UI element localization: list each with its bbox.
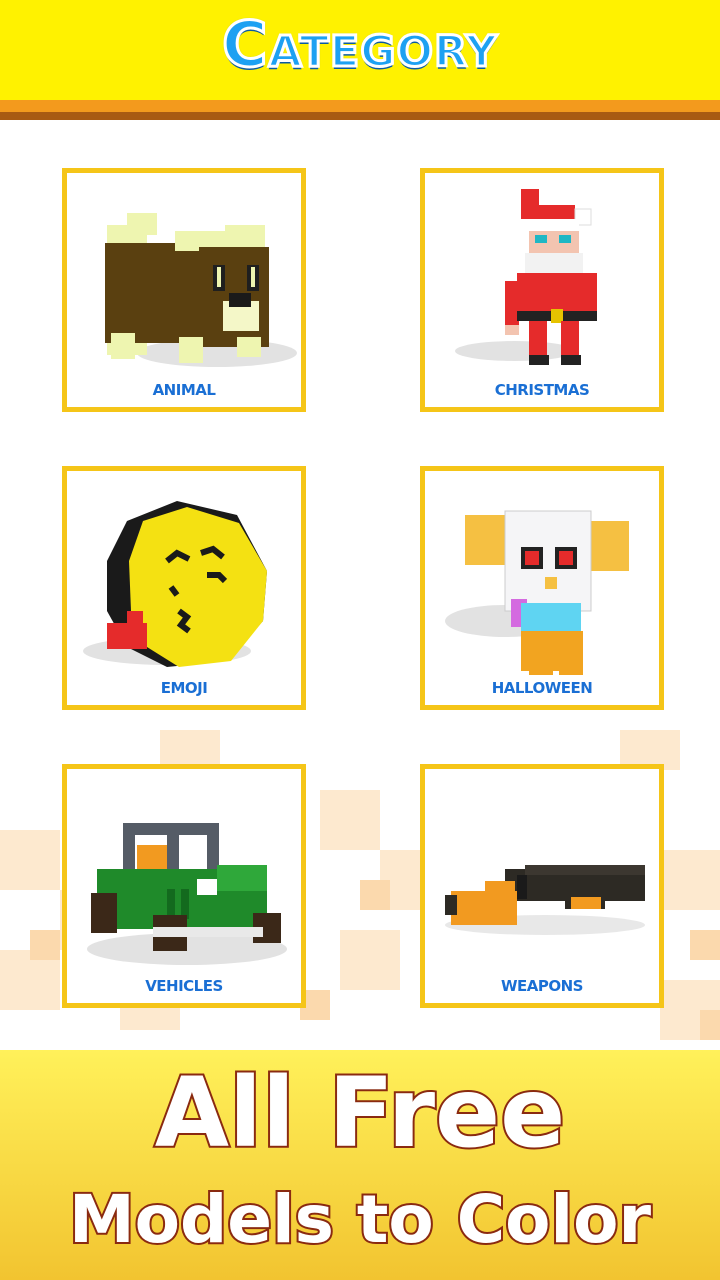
category-card-emoji[interactable]: EMOJI xyxy=(62,466,306,710)
voxel-kiss-emoji-icon xyxy=(83,501,267,667)
voxel-shotgun-icon xyxy=(445,865,645,935)
category-card-weapons[interactable]: WEAPONS xyxy=(420,764,664,1008)
promo-subheadline: Models to Color xyxy=(67,1179,653,1260)
voxel-jeep-icon xyxy=(87,823,287,965)
voxel-santa-icon xyxy=(455,189,597,365)
category-card-halloween[interactable]: HALLOWEEN xyxy=(420,466,664,710)
voxel-bear-icon xyxy=(105,213,297,367)
category-card-christmas[interactable]: CHRISTMAS xyxy=(420,168,664,412)
promo-headline: All Free xyxy=(153,1056,568,1170)
category-label: WEAPONS xyxy=(500,977,584,995)
category-label: HALLOWEEN xyxy=(491,679,593,697)
category-label: VEHICLES xyxy=(145,977,223,995)
voxel-owl-costume-icon xyxy=(445,510,629,675)
category-card-vehicles[interactable]: VEHICLES xyxy=(62,764,306,1008)
header-stripe xyxy=(0,100,720,112)
category-label: CHRISTMAS xyxy=(494,381,590,399)
header-shadow-stripe xyxy=(0,112,720,120)
category-label: EMOJI xyxy=(160,679,208,697)
category-label: ANIMAL xyxy=(152,381,216,399)
page-title: Category xyxy=(221,7,499,83)
category-card-animal[interactable]: ANIMAL xyxy=(62,168,306,412)
